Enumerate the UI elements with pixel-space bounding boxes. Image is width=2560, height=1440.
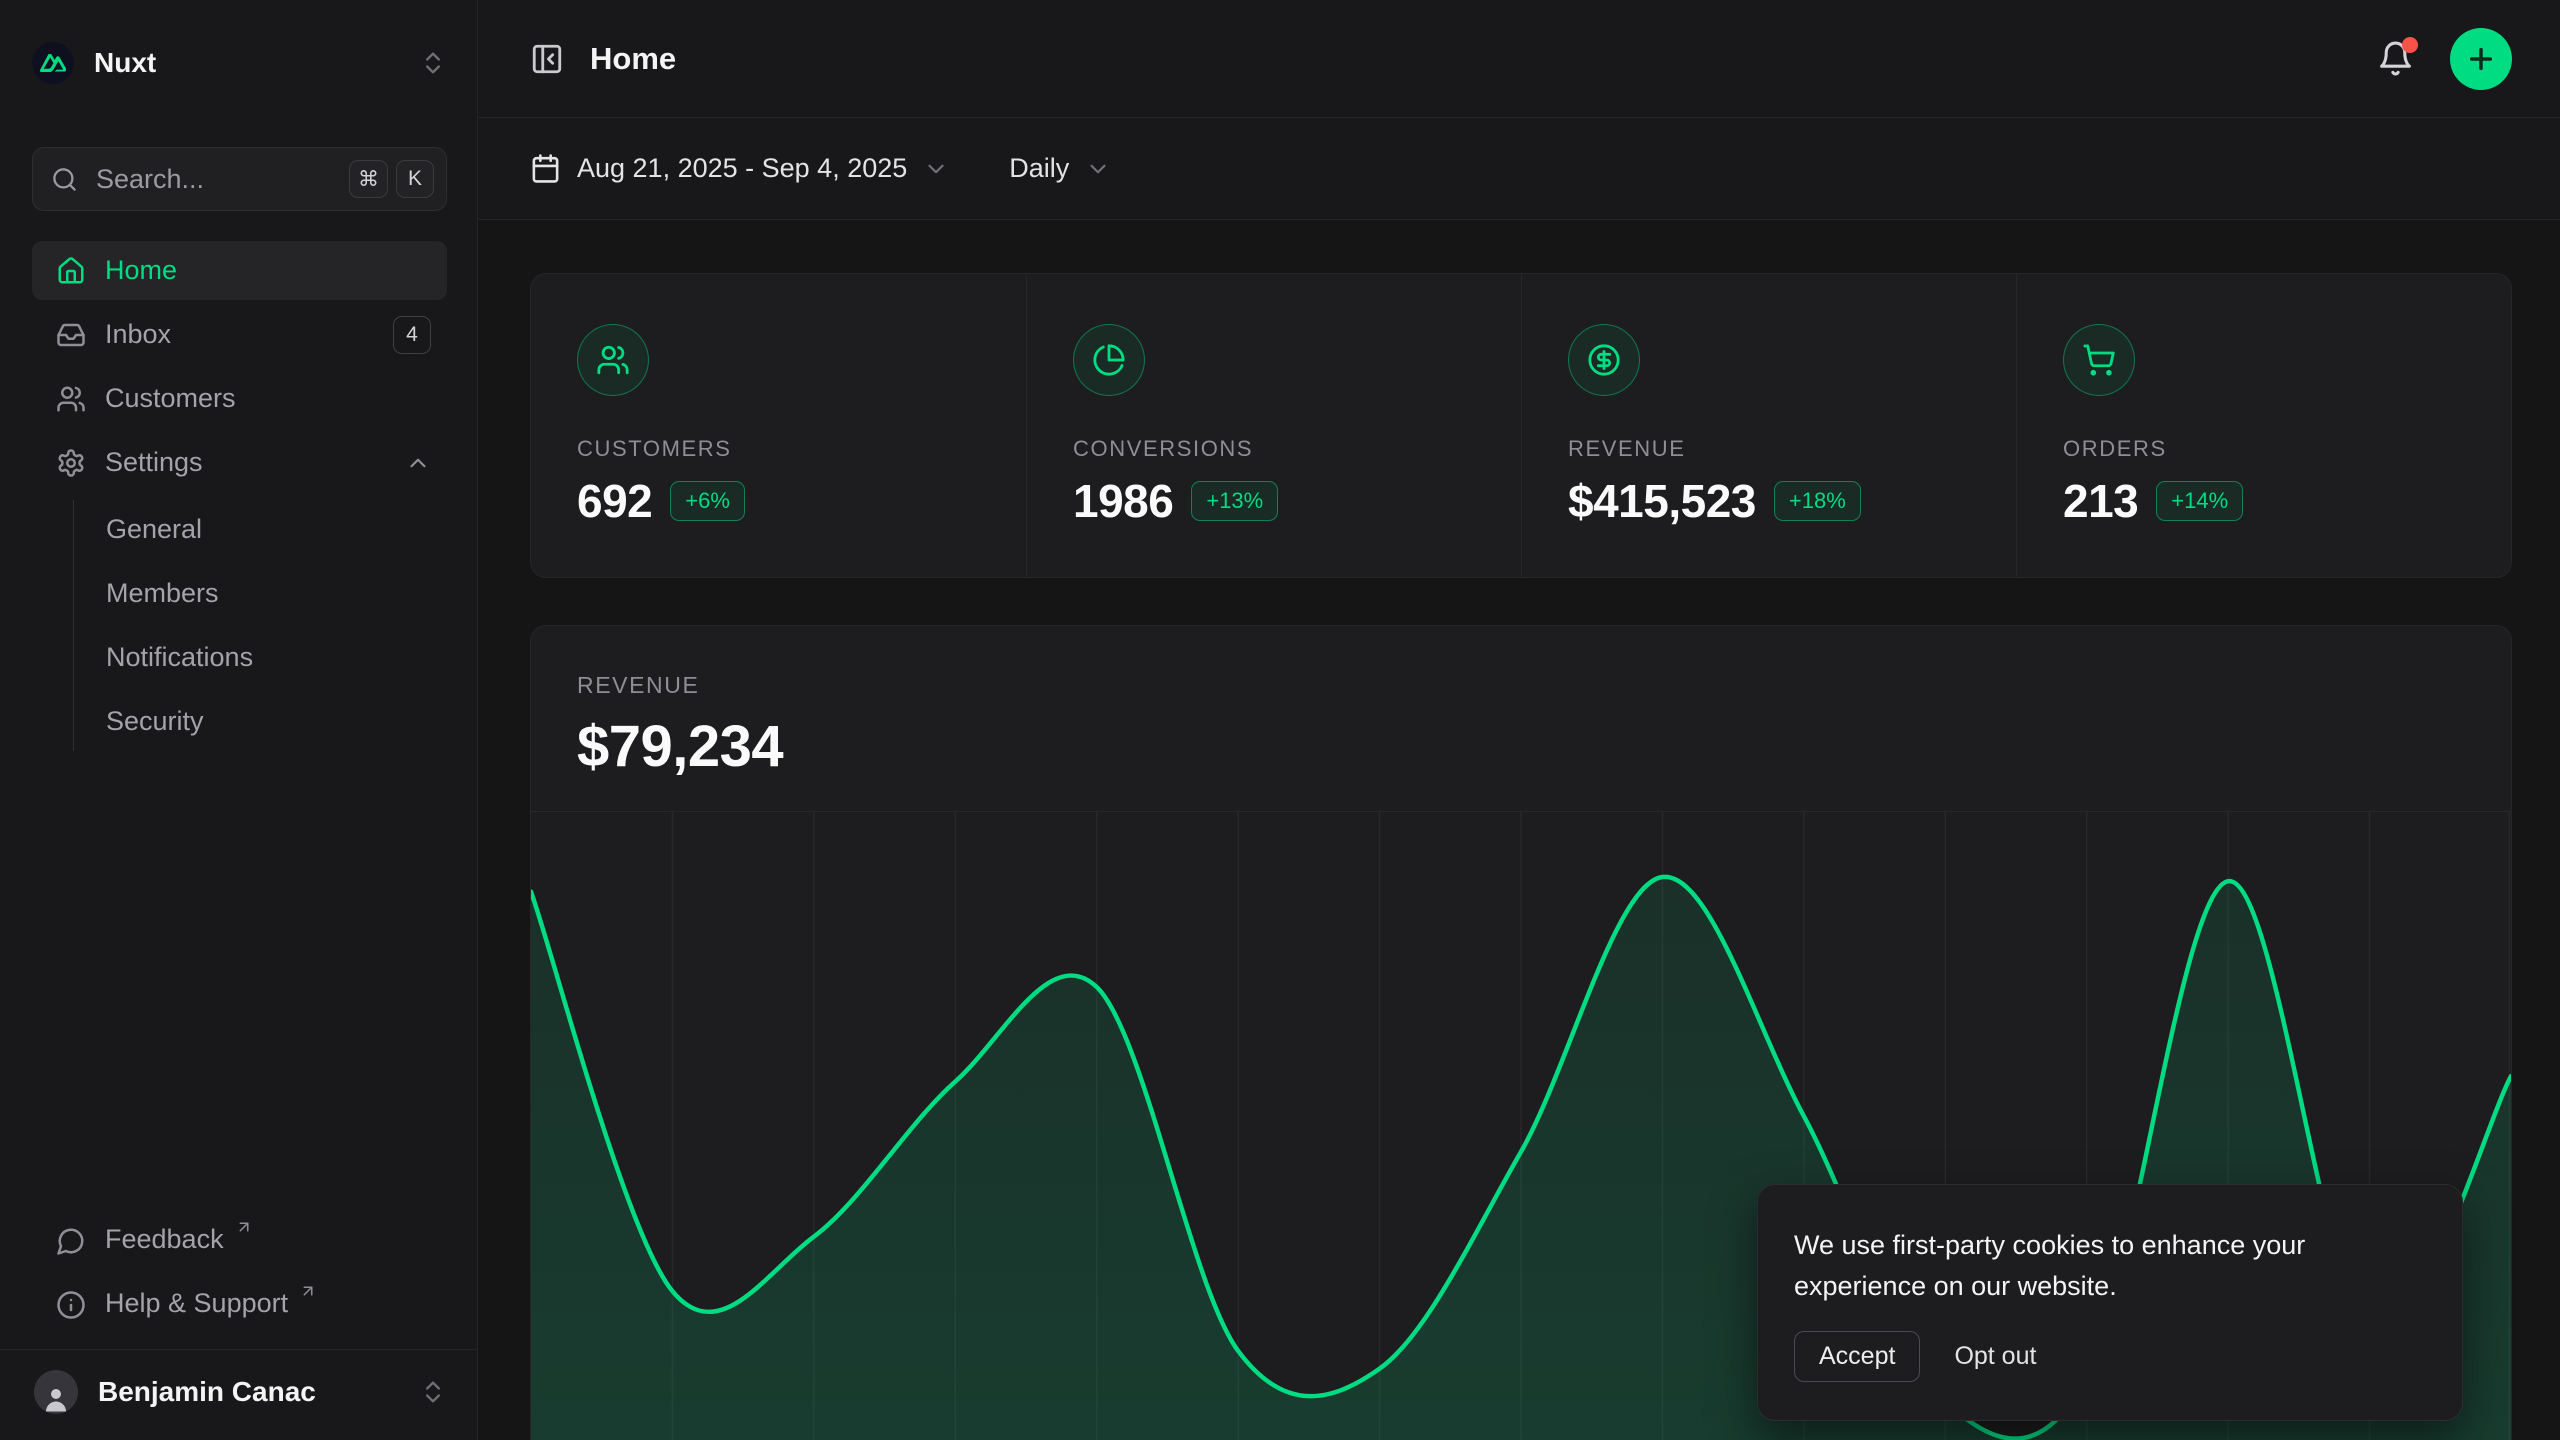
sidebar-nav: Home Inbox 4 Customers Settings bbox=[32, 241, 447, 1212]
cookie-message: We use first-party cookies to enhance yo… bbox=[1794, 1225, 2394, 1307]
search-placeholder: Search... bbox=[96, 164, 331, 195]
inbox-count-badge: 4 bbox=[393, 316, 431, 354]
sidebar-item-label: Feedback bbox=[105, 1224, 224, 1255]
sidebar-footer: Feedback Help & Support bbox=[32, 1212, 447, 1335]
notifications-button[interactable] bbox=[2377, 40, 2414, 77]
stat-value: $415,523 bbox=[1568, 474, 1756, 528]
settings-subnav: General Members Notifications Security bbox=[73, 500, 447, 751]
plus-icon bbox=[2465, 43, 2497, 75]
sidebar-item-help-support[interactable]: Help & Support bbox=[32, 1276, 447, 1335]
sidebar-item-general[interactable]: General bbox=[106, 500, 447, 559]
sidebar-collapse-icon[interactable] bbox=[530, 42, 564, 76]
stat-value: 213 bbox=[2063, 474, 2138, 528]
chart-pie-icon bbox=[1073, 324, 1145, 396]
user-avatar bbox=[34, 1370, 78, 1414]
chevron-down-icon bbox=[923, 156, 949, 182]
stat-value: 1986 bbox=[1073, 474, 1173, 528]
sidebar-item-label: Help & Support bbox=[105, 1288, 288, 1319]
stat-delta-badge: +18% bbox=[1774, 481, 1861, 521]
sidebar-item-members[interactable]: Members bbox=[106, 564, 447, 623]
search-input[interactable]: Search... ⌘ K bbox=[32, 147, 447, 211]
info-circle-icon bbox=[56, 1290, 86, 1320]
user-name: Benjamin Canac bbox=[98, 1376, 399, 1408]
stat-label: CUSTOMERS bbox=[577, 436, 980, 462]
stat-customers[interactable]: CUSTOMERS 692 +6% bbox=[531, 274, 1026, 578]
date-range-label: Aug 21, 2025 - Sep 4, 2025 bbox=[577, 153, 907, 184]
sidebar-item-notifications[interactable]: Notifications bbox=[106, 628, 447, 687]
stat-label: CONVERSIONS bbox=[1073, 436, 1475, 462]
sidebar-item-label: Inbox bbox=[105, 319, 374, 350]
home-icon bbox=[56, 256, 86, 286]
revenue-value: $79,234 bbox=[577, 713, 2465, 780]
workspace-switcher[interactable]: Nuxt bbox=[32, 24, 447, 102]
header-actions bbox=[2377, 28, 2512, 90]
chevron-down-icon bbox=[1085, 156, 1111, 182]
chevrons-up-down-icon bbox=[419, 1378, 447, 1406]
sidebar-item-customers[interactable]: Customers bbox=[32, 369, 447, 428]
app-root: Nuxt Search... ⌘ K Home bbox=[0, 0, 2560, 1440]
kbd-meta: ⌘ bbox=[349, 160, 388, 198]
accept-cookies-button[interactable]: Accept bbox=[1794, 1331, 1920, 1382]
page-title: Home bbox=[590, 41, 2377, 77]
stat-delta-badge: +13% bbox=[1191, 481, 1278, 521]
filters-toolbar: Aug 21, 2025 - Sep 4, 2025 Daily bbox=[478, 118, 2560, 220]
stat-label: ORDERS bbox=[2063, 436, 2465, 462]
chevrons-up-down-icon bbox=[419, 49, 447, 77]
kbd-key: K bbox=[396, 160, 434, 198]
circle-dollar-icon bbox=[1568, 324, 1640, 396]
cookie-actions: Accept Opt out bbox=[1794, 1331, 2426, 1382]
users-icon bbox=[56, 384, 86, 414]
stat-delta-badge: +14% bbox=[2156, 481, 2243, 521]
stats-summary-card: CUSTOMERS 692 +6% CONVERSIONS 1986 +13% bbox=[530, 273, 2512, 578]
date-range-picker[interactable]: Aug 21, 2025 - Sep 4, 2025 bbox=[530, 153, 949, 184]
workspace-name: Nuxt bbox=[94, 47, 399, 79]
revenue-label: REVENUE bbox=[577, 672, 2465, 699]
users-icon bbox=[577, 324, 649, 396]
external-link-icon bbox=[299, 1282, 317, 1300]
stat-delta-badge: +6% bbox=[670, 481, 745, 521]
optout-cookies-button[interactable]: Opt out bbox=[1950, 1332, 2040, 1381]
stat-orders[interactable]: ORDERS 213 +14% bbox=[2016, 274, 2511, 578]
search-shortcut: ⌘ K bbox=[349, 160, 434, 198]
external-link-icon bbox=[235, 1218, 253, 1236]
sidebar: Nuxt Search... ⌘ K Home bbox=[0, 0, 478, 1440]
cookie-consent-toast: We use first-party cookies to enhance yo… bbox=[1757, 1184, 2463, 1421]
inbox-icon bbox=[56, 320, 86, 350]
nuxt-logo-icon bbox=[32, 42, 74, 84]
chevron-up-icon bbox=[405, 450, 431, 476]
search-icon bbox=[51, 166, 78, 193]
user-menu[interactable]: Benjamin Canac bbox=[32, 1350, 447, 1440]
stat-conversions[interactable]: CONVERSIONS 1986 +13% bbox=[1026, 274, 1521, 578]
stat-label: REVENUE bbox=[1568, 436, 1970, 462]
sidebar-item-label: Home bbox=[105, 255, 431, 286]
revenue-card-header: REVENUE $79,234 bbox=[531, 626, 2511, 780]
granularity-label: Daily bbox=[1009, 153, 1069, 184]
sidebar-item-label: Customers bbox=[105, 383, 431, 414]
add-button[interactable] bbox=[2450, 28, 2512, 90]
sidebar-item-feedback[interactable]: Feedback bbox=[32, 1212, 447, 1271]
granularity-select[interactable]: Daily bbox=[1009, 153, 1111, 184]
notification-dot bbox=[2402, 37, 2418, 53]
sidebar-item-settings[interactable]: Settings bbox=[32, 433, 447, 492]
message-bubble-icon bbox=[56, 1226, 86, 1256]
calendar-icon bbox=[530, 153, 561, 184]
shopping-cart-icon bbox=[2063, 324, 2135, 396]
page-header: Home bbox=[478, 0, 2560, 118]
sidebar-item-security[interactable]: Security bbox=[106, 692, 447, 751]
stat-revenue[interactable]: REVENUE $415,523 +18% bbox=[1521, 274, 2016, 578]
stat-value: 692 bbox=[577, 474, 652, 528]
sidebar-item-inbox[interactable]: Inbox 4 bbox=[32, 305, 447, 364]
gear-icon bbox=[56, 448, 86, 478]
sidebar-item-label: Settings bbox=[105, 447, 386, 478]
sidebar-item-home[interactable]: Home bbox=[32, 241, 447, 300]
